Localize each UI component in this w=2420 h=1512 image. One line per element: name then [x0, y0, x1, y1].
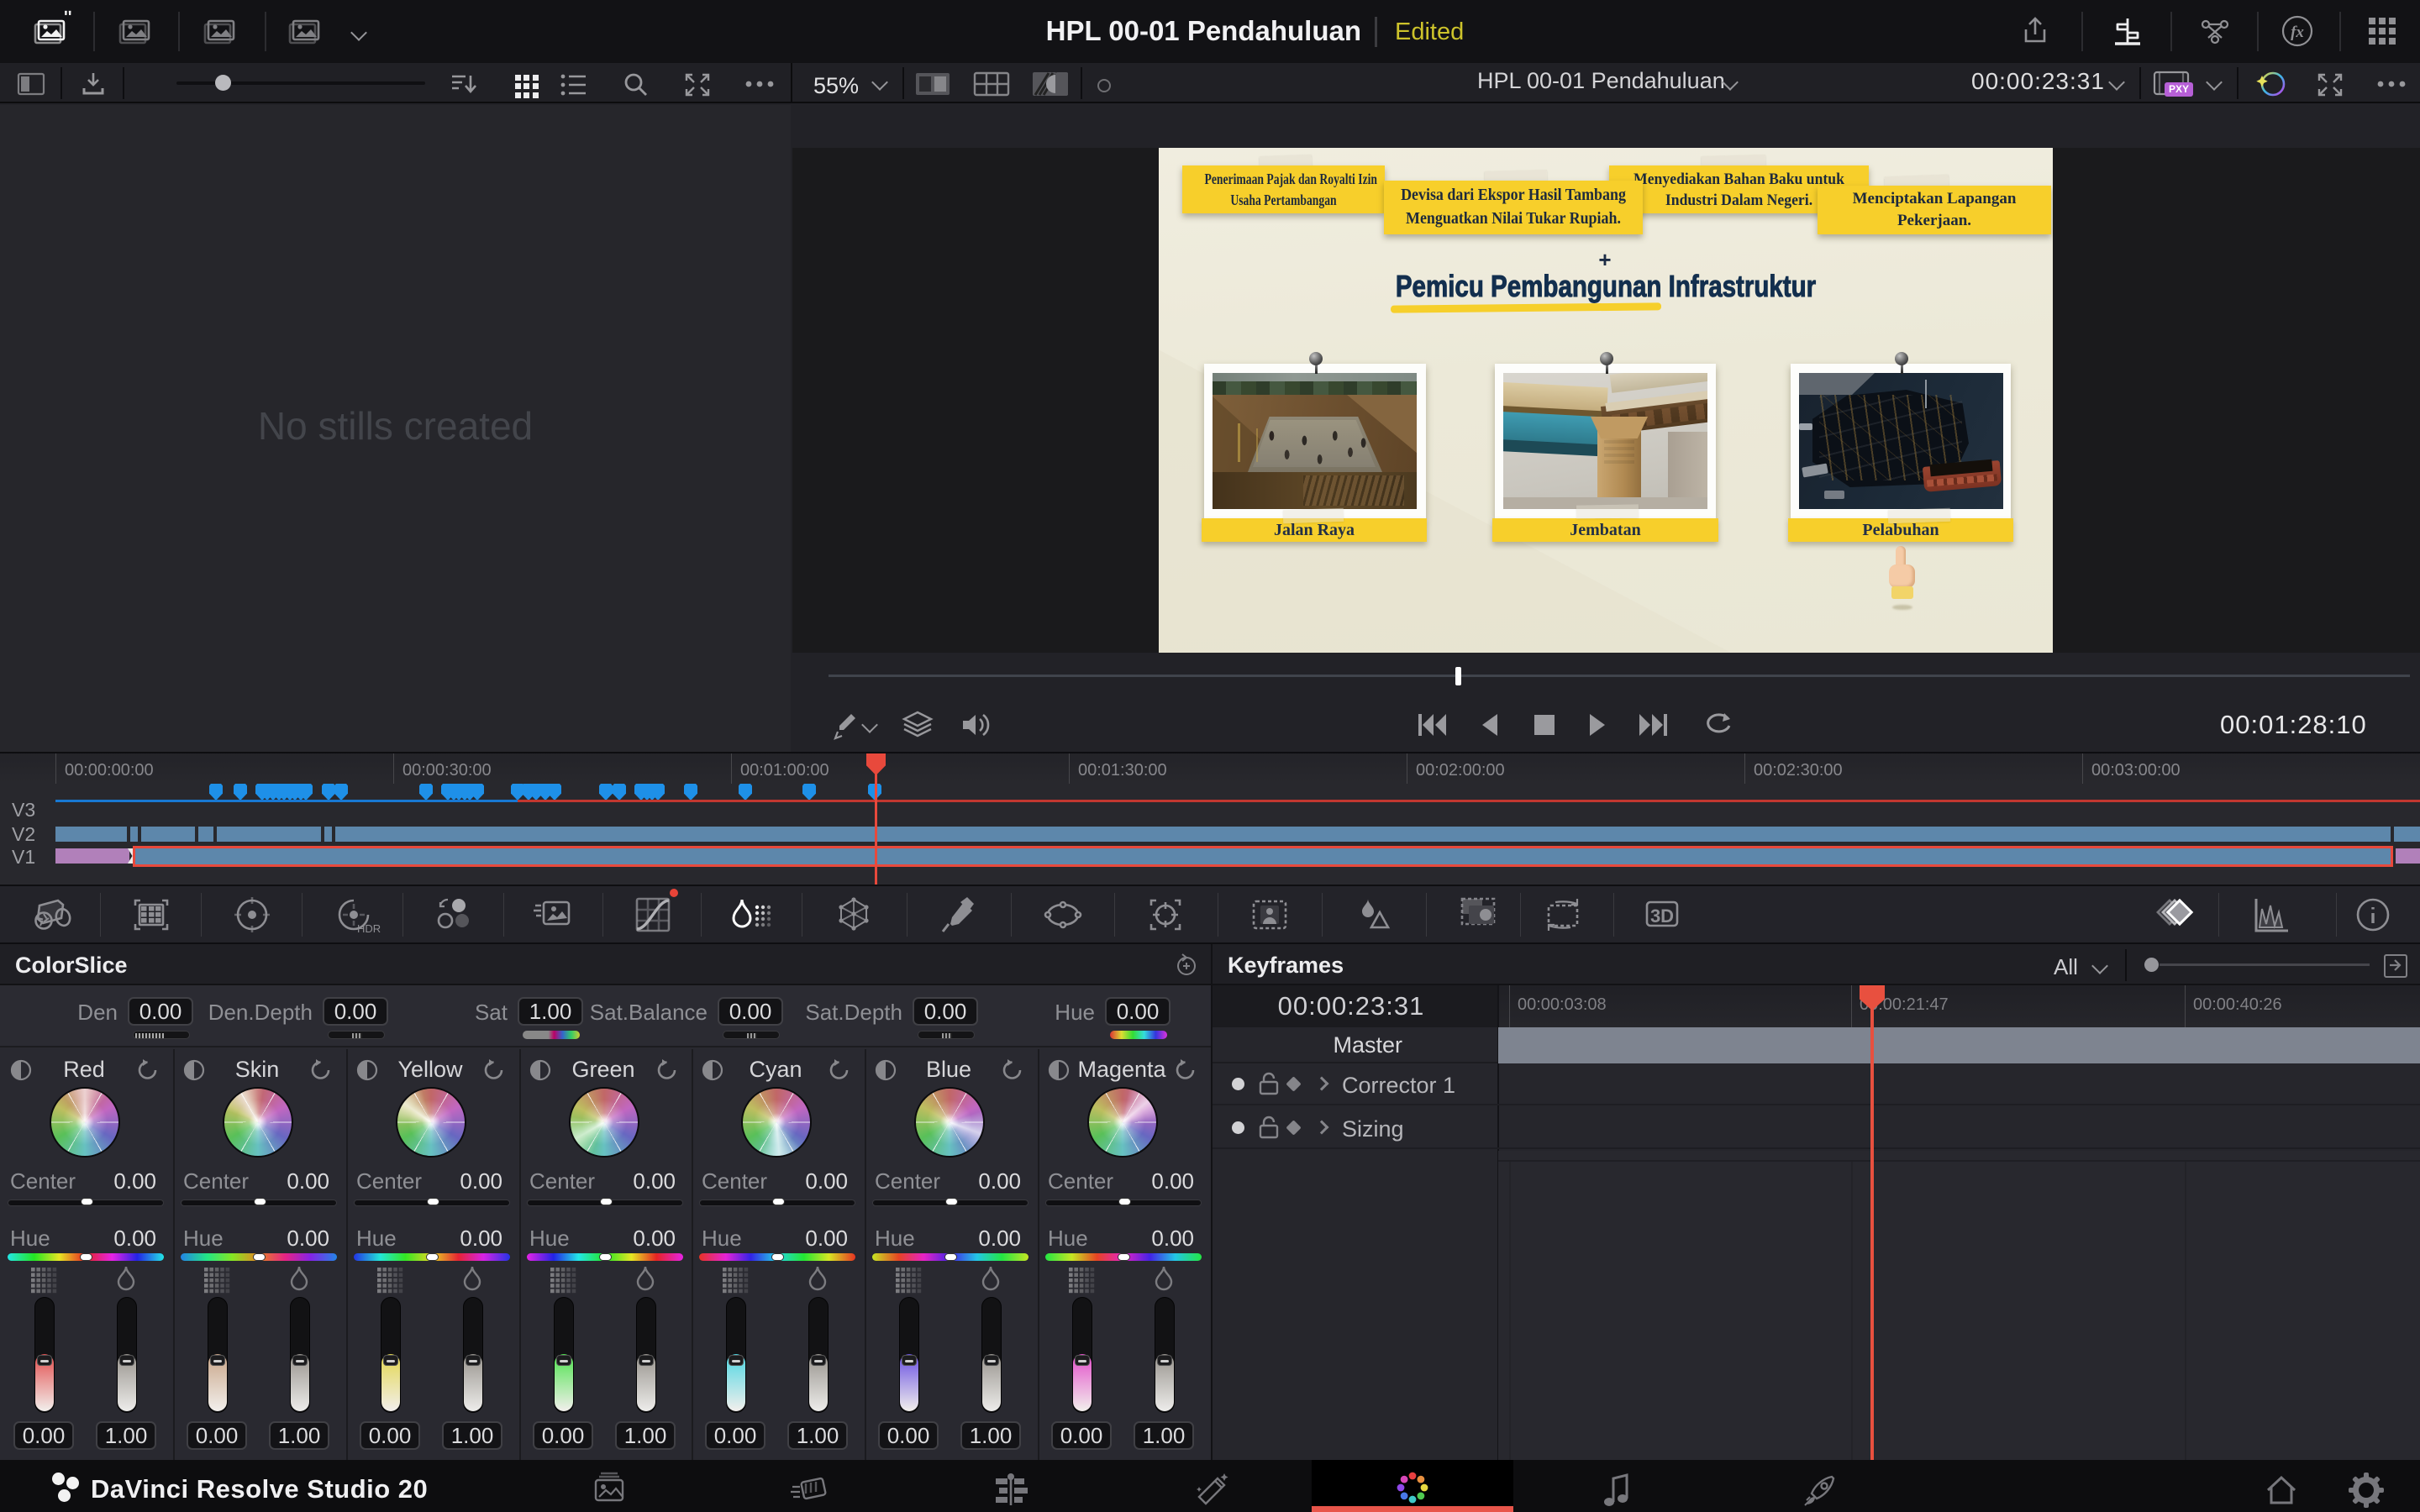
svg-text:fx: fx	[2291, 24, 2304, 41]
svg-text:HDR: HDR	[357, 922, 381, 935]
svg-text:3D: 3D	[1650, 906, 1674, 927]
